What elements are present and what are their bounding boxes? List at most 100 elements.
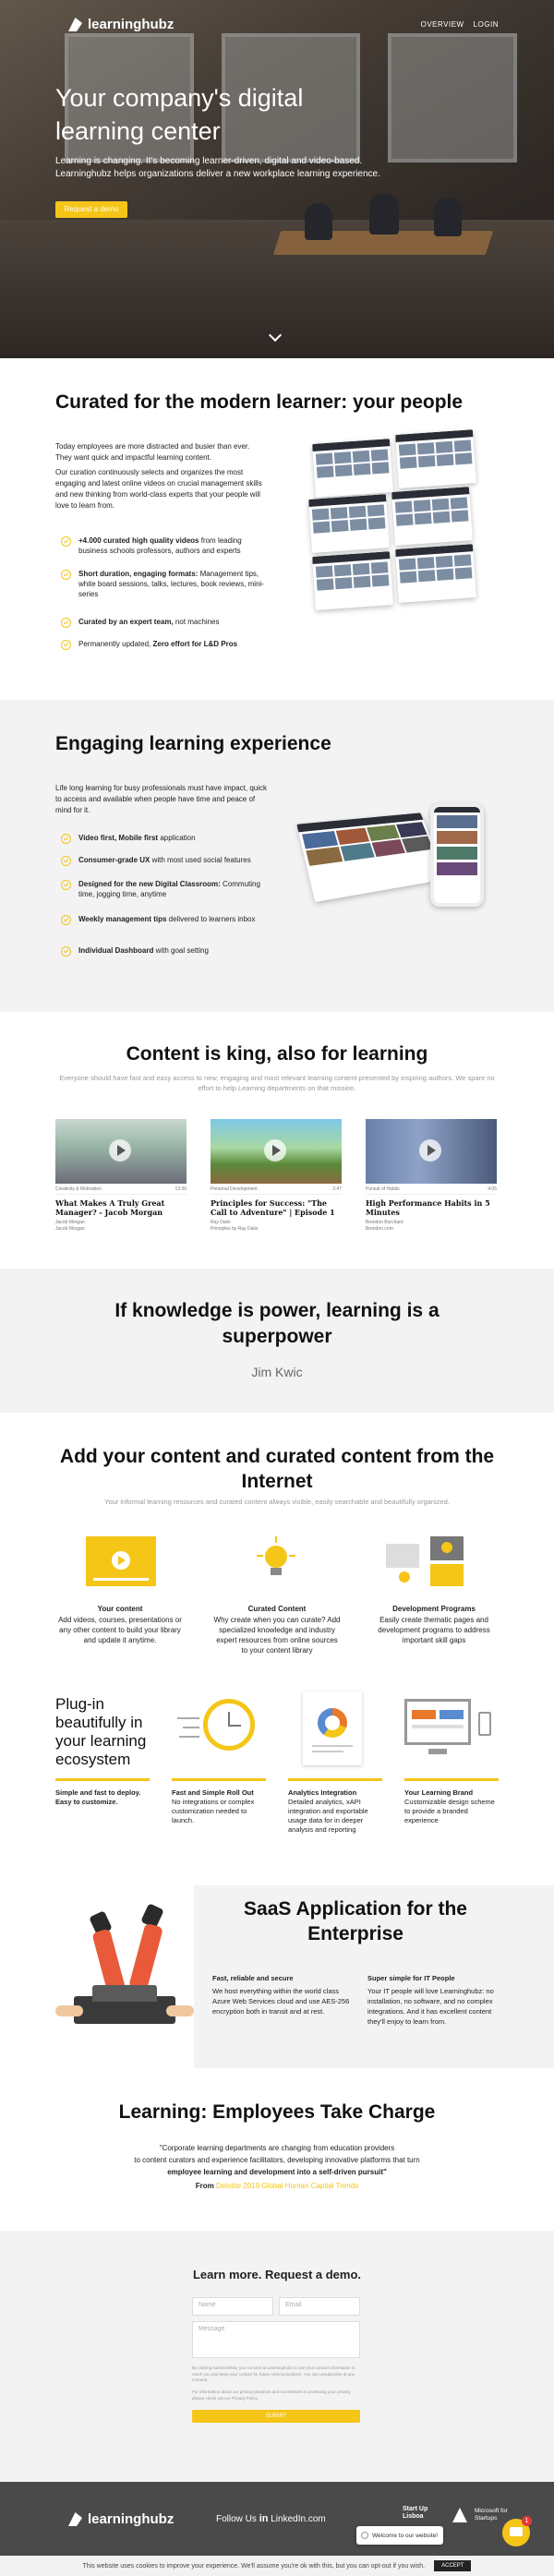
logo-icon — [68, 18, 82, 31]
reader-illustration — [55, 1903, 194, 2061]
video-card[interactable]: Personal Development 2:47 Principles for … — [211, 1119, 342, 1233]
brand-logo[interactable]: learninghubz — [68, 17, 174, 32]
app-screenshot — [312, 439, 393, 498]
video-author: Brendon Burchard — [366, 1220, 403, 1225]
linkedin-link[interactable]: LinkedIn.com — [271, 2514, 325, 2524]
curated-check-item: Permanently updated, Zero effort for L&D… — [61, 639, 264, 650]
follow-label: Follow Us — [216, 2514, 257, 2524]
video-card[interactable]: Pursuit of Habits 4:05 High Performance H… — [366, 1119, 497, 1233]
chat-text: Welcome to our website! — [372, 2532, 439, 2539]
demo-section: Learn more. Request a demo. Name Email M… — [0, 2231, 554, 2482]
chat-close-icon[interactable] — [361, 2532, 368, 2539]
linkedin-icon[interactable]: in — [259, 2513, 269, 2524]
clock-icon — [177, 1695, 260, 1762]
check-bold: Designed for the new Digital Classroom: — [78, 880, 221, 888]
request-demo-button[interactable]: Request a demo — [55, 201, 127, 218]
footer-logo[interactable]: learninghubz — [68, 2511, 174, 2527]
feature-rollout: Fast and Simple Roll Out No integrations … — [172, 1778, 266, 1825]
nav-link-login[interactable]: LOGIN — [474, 20, 499, 29]
laptop-mockup — [296, 813, 449, 902]
saas-col-secure: Fast, reliable and secure We host everyth… — [212, 1974, 351, 2016]
footer: learninghubz Follow Us in LinkedIn.com S… — [0, 2482, 554, 2556]
content-subtitle: Everyone should have fast and easy acces… — [59, 1074, 495, 1092]
phone-mockup — [430, 803, 484, 907]
curated-section: Curated for the modern learner: your peo… — [0, 358, 554, 700]
video-card[interactable]: Creativity & Motivation 13:30 What Makes … — [55, 1119, 187, 1233]
video-author: Jacob Morgan — [55, 1220, 85, 1225]
submit-button[interactable]: SUBMIT — [192, 2410, 360, 2423]
app-screenshot — [395, 544, 476, 603]
video-duration: 2:47 — [332, 1186, 342, 1192]
video-title[interactable]: High Performance Habits in 5 Minutes — [366, 1198, 497, 1217]
logo-icon — [68, 2512, 82, 2526]
video-title[interactable]: Principles for Success: "The Call to Adv… — [211, 1198, 342, 1217]
saas-col-text: We host everything within the world clas… — [212, 1987, 350, 2016]
play-icon[interactable] — [264, 1139, 286, 1162]
curated-check-item: +4.000 curated high quality videos from … — [61, 536, 264, 556]
cookie-accept-button[interactable]: ACCEPT — [434, 2560, 472, 2571]
check-icon — [61, 946, 71, 957]
video-title[interactable]: What Makes A Truly Great Manager? - Jaco… — [55, 1198, 187, 1217]
engaging-check-item: Consumer-grade UX with most used social … — [61, 855, 264, 866]
engaging-paragraph: Life long learning for busy professional… — [55, 784, 268, 814]
saas-col-title: Fast, reliable and secure — [212, 1974, 294, 1982]
curated-paragraph-1: Today employees are more distracted and … — [55, 442, 250, 462]
feature-your-content: Your content Add videos, courses, present… — [55, 1605, 185, 1645]
video-source: Brendon.com — [366, 1226, 393, 1232]
feature-title: Your Learning Brand — [404, 1788, 474, 1797]
feature-brand: Your Learning Brand Customizable design s… — [404, 1778, 499, 1825]
check-text: not machines — [173, 618, 220, 626]
nav-link-overview[interactable]: OVERVIEW — [421, 20, 464, 29]
message-field[interactable]: Message — [192, 2321, 360, 2358]
employees-source: From Deloitte 2019 Global Human Capital … — [55, 2180, 499, 2192]
content-section: Content is king, also for learning Every… — [0, 1012, 554, 1269]
privacy-text: For information about our privacy practi… — [192, 2389, 352, 2401]
video-category: Personal Development — [211, 1186, 258, 1192]
feature-deploy: Simple and fast to deploy. Easy to custo… — [55, 1778, 150, 1807]
email-field[interactable]: Email — [279, 2297, 360, 2316]
name-field[interactable]: Name — [192, 2297, 273, 2316]
employees-title: Learning: Employees Take Charge — [118, 2101, 436, 2123]
video-thumbnail[interactable] — [211, 1119, 342, 1184]
engaging-check-item: Weekly management tips delivered to lear… — [61, 914, 264, 925]
footer-brand-name: learninghubz — [88, 2511, 175, 2527]
chat-launcher-icon[interactable]: 1 — [502, 2516, 532, 2546]
employees-quote-line: to content curators and experience facil… — [134, 2156, 420, 2164]
play-icon[interactable] — [109, 1139, 131, 1162]
quote-section: If knowledge is power, learning is a sup… — [0, 1269, 554, 1413]
chat-bubble[interactable]: Welcome to our website! — [356, 2526, 443, 2545]
brand-name: learninghubz — [88, 17, 175, 32]
check-bold: Consumer-grade UX — [78, 856, 151, 864]
employees-section: Learning: Employees Take Charge "Corpora… — [0, 2068, 554, 2231]
add-content-subtitle: Your informal learning resources and cur… — [104, 1498, 450, 1506]
video-thumbnail[interactable] — [55, 1119, 187, 1184]
check-bold: Individual Dashboard — [78, 946, 154, 955]
check-text: with goal setting — [153, 946, 209, 955]
check-icon — [61, 640, 71, 650]
feature-title: Analytics Integration — [288, 1788, 357, 1797]
feature-curated-content: Curated Content Why create when you can c… — [212, 1605, 342, 1655]
engaging-check-item: Individual Dashboard with goal setting — [61, 945, 264, 957]
check-bold: Weekly management tips — [78, 915, 167, 923]
play-icon[interactable] — [419, 1139, 441, 1162]
employees-quote-line: "Corporate learning departments are chan… — [159, 2144, 395, 2152]
curated-check-item: Curated by an expert team, not machines — [61, 617, 264, 628]
video-thumbnail[interactable] — [366, 1119, 497, 1184]
microsoft-startups-icon — [452, 2508, 467, 2522]
feature-analytics: Analytics Integration Detailed analytics,… — [288, 1778, 382, 1835]
employees-quote-line: employee learning and development into a… — [167, 2168, 387, 2176]
source-link[interactable]: Deloitte 2019 Global Human Capital Trend… — [216, 2182, 358, 2190]
check-bold: Short duration, engaging formats: — [78, 570, 199, 578]
engaging-check-item: Video first, Mobile first application — [61, 833, 264, 844]
saas-col-it: Super simple for IT People Your IT people… — [367, 1974, 506, 2027]
check-icon — [61, 618, 71, 628]
startup-lisboa-logo: Start Up Lisboa — [403, 2506, 428, 2520]
feature-text: Detailed analytics, xAPI integration and… — [288, 1798, 368, 1834]
feature-text: Why create when you can curate? Add spec… — [213, 1616, 341, 1655]
video-cards: Creativity & Motivation 13:30 What Makes … — [55, 1119, 497, 1233]
check-bold: Curated by an expert team, — [78, 618, 174, 626]
app-screenshot — [391, 487, 473, 546]
saas-title: SaaS Application for the Enterprise — [244, 1898, 467, 1944]
hero-subtitle: Learning is changing. It's becoming lear… — [55, 156, 380, 179]
cookie-bar: This website uses cookies to improve you… — [0, 2556, 554, 2576]
